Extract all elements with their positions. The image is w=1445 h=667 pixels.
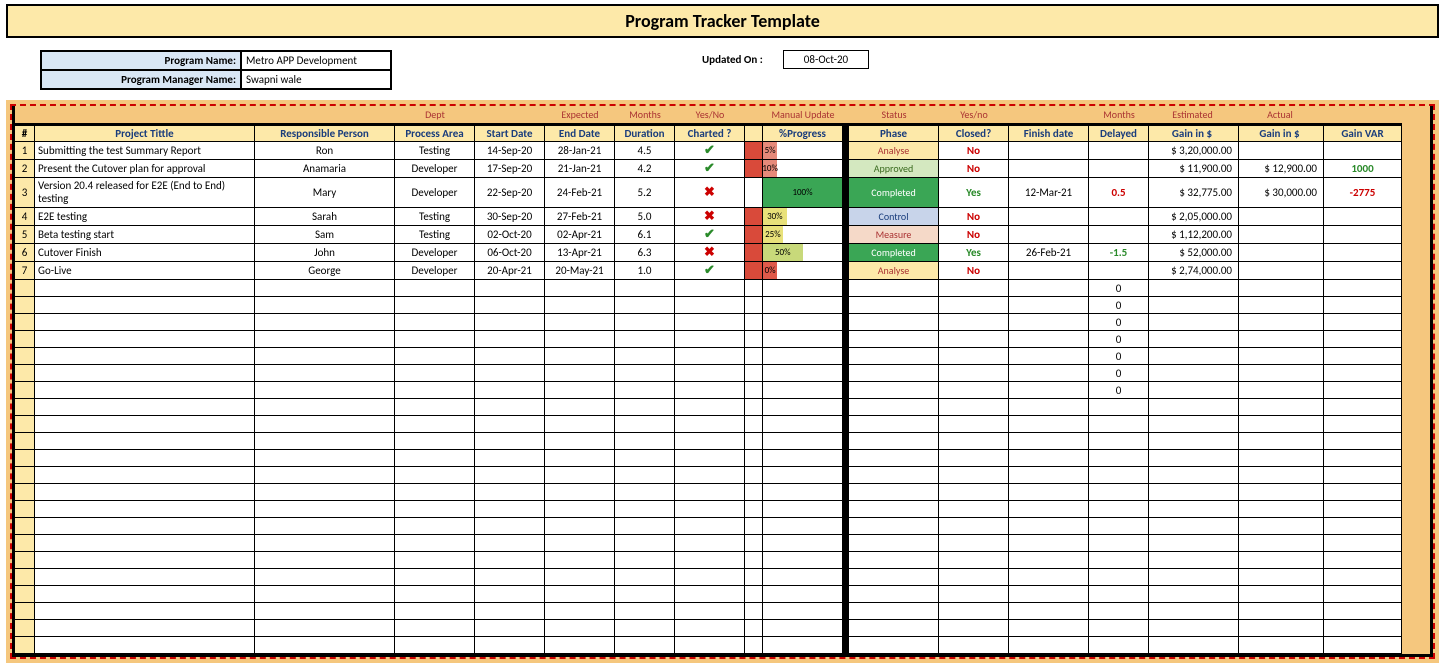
hdr-var: Gain VAR	[1324, 123, 1402, 142]
table-row[interactable]: 1Submitting the test Summary ReportRonTe…	[15, 142, 1430, 160]
table-row-empty[interactable]: 0	[15, 365, 1430, 382]
program-name-label: Program Name:	[41, 51, 241, 70]
table-row-empty[interactable]	[15, 399, 1430, 416]
table-row[interactable]: 2Present the Cutover plan for approvalAn…	[15, 160, 1430, 178]
table-row-empty[interactable]: 0	[15, 280, 1430, 297]
table-row-empty[interactable]: 0	[15, 382, 1430, 399]
hdr-gain2: Gain in $	[1239, 123, 1324, 142]
table-row-empty[interactable]	[15, 637, 1430, 654]
hdr-title: Project Tittle	[35, 123, 255, 142]
hdr-gain1: Gain in $	[1149, 123, 1239, 142]
table-row-empty[interactable]	[15, 416, 1430, 433]
table-row-empty[interactable]	[15, 569, 1430, 586]
program-name-value[interactable]: Metro APP Development	[241, 51, 391, 70]
table-row-empty[interactable]: 0	[15, 297, 1430, 314]
sub-dept: Dept	[395, 106, 475, 123]
sub-status: Status	[849, 106, 939, 123]
sub-actual: Actual	[1239, 106, 1324, 123]
manager-name-value[interactable]: Swapni wale	[241, 70, 391, 89]
table-row-empty[interactable]	[15, 518, 1430, 535]
hdr-end: End Date	[545, 123, 615, 142]
sub-expected: Expected	[545, 106, 615, 123]
table-row-empty[interactable]	[15, 501, 1430, 518]
sub-yesno2: Yes/no	[939, 106, 1009, 123]
table-row[interactable]: 5Beta testing startSamTesting02-Oct-2002…	[15, 226, 1430, 244]
sub-estimated: Estimated	[1149, 106, 1239, 123]
table-row[interactable]: 7Go-LiveGeorgeDeveloper20-Apr-2120-May-2…	[15, 262, 1430, 280]
check-icon: ✔	[704, 143, 715, 158]
table-row-empty[interactable]	[15, 484, 1430, 501]
hdr-charted: Charted ?	[675, 123, 745, 142]
hdr-progress: %Progress	[763, 123, 843, 142]
sub-yesno1: Yes/No	[675, 106, 745, 123]
hdr-start: Start Date	[475, 123, 545, 142]
cross-icon: ✖	[704, 245, 715, 260]
table-row-empty[interactable]	[15, 433, 1430, 450]
check-icon: ✔	[704, 227, 715, 242]
sub-manual: Manual Update	[763, 106, 843, 123]
table-row-empty[interactable]	[15, 535, 1430, 552]
table-row-empty[interactable]: 0	[15, 331, 1430, 348]
tracker-table: Dept Expected Months Yes/No Manual Updat…	[12, 106, 1433, 657]
hdr-phase: Phase	[849, 123, 939, 142]
table-row[interactable]: 3Version 20.4 released for E2E (End to E…	[15, 178, 1430, 208]
check-icon: ✔	[704, 161, 715, 176]
meta-left-table: Program Name: Metro APP Development Prog…	[40, 50, 392, 90]
table-row[interactable]: 4E2E testingSarahTesting30-Sep-2027-Feb-…	[15, 208, 1430, 226]
table-row-empty[interactable]	[15, 467, 1430, 484]
hdr-finish: Finish date	[1009, 123, 1089, 142]
sub-months2: Months	[1089, 106, 1149, 123]
cross-icon: ✖	[704, 185, 715, 200]
cross-icon: ✖	[704, 209, 715, 224]
table-row[interactable]: 6Cutover FinishJohnDeveloper06-Oct-2013-…	[15, 244, 1430, 262]
hdr-closed: Closed?	[939, 123, 1009, 142]
page-title: Program Tracker Template	[6, 4, 1439, 38]
hdr-num: #	[15, 123, 35, 142]
hdr-delayed: Delayed	[1089, 123, 1149, 142]
table-row-empty[interactable]	[15, 603, 1430, 620]
updated-on-value[interactable]: 08-Oct-20	[783, 50, 869, 69]
table-row-empty[interactable]	[15, 450, 1430, 467]
hdr-area: Process Area	[395, 123, 475, 142]
table-row-empty[interactable]: 0	[15, 348, 1430, 365]
check-icon: ✔	[704, 263, 715, 278]
table-row-empty[interactable]	[15, 552, 1430, 569]
hdr-duration: Duration	[615, 123, 675, 142]
manager-name-label: Program Manager Name:	[41, 70, 241, 89]
hdr-person: Responsible Person	[255, 123, 395, 142]
updated-on-label: Updated On :	[702, 53, 763, 66]
sub-months1: Months	[615, 106, 675, 123]
table-row-empty[interactable]	[15, 586, 1430, 603]
table-row-empty[interactable]	[15, 620, 1430, 637]
table-row-empty[interactable]: 0	[15, 314, 1430, 331]
